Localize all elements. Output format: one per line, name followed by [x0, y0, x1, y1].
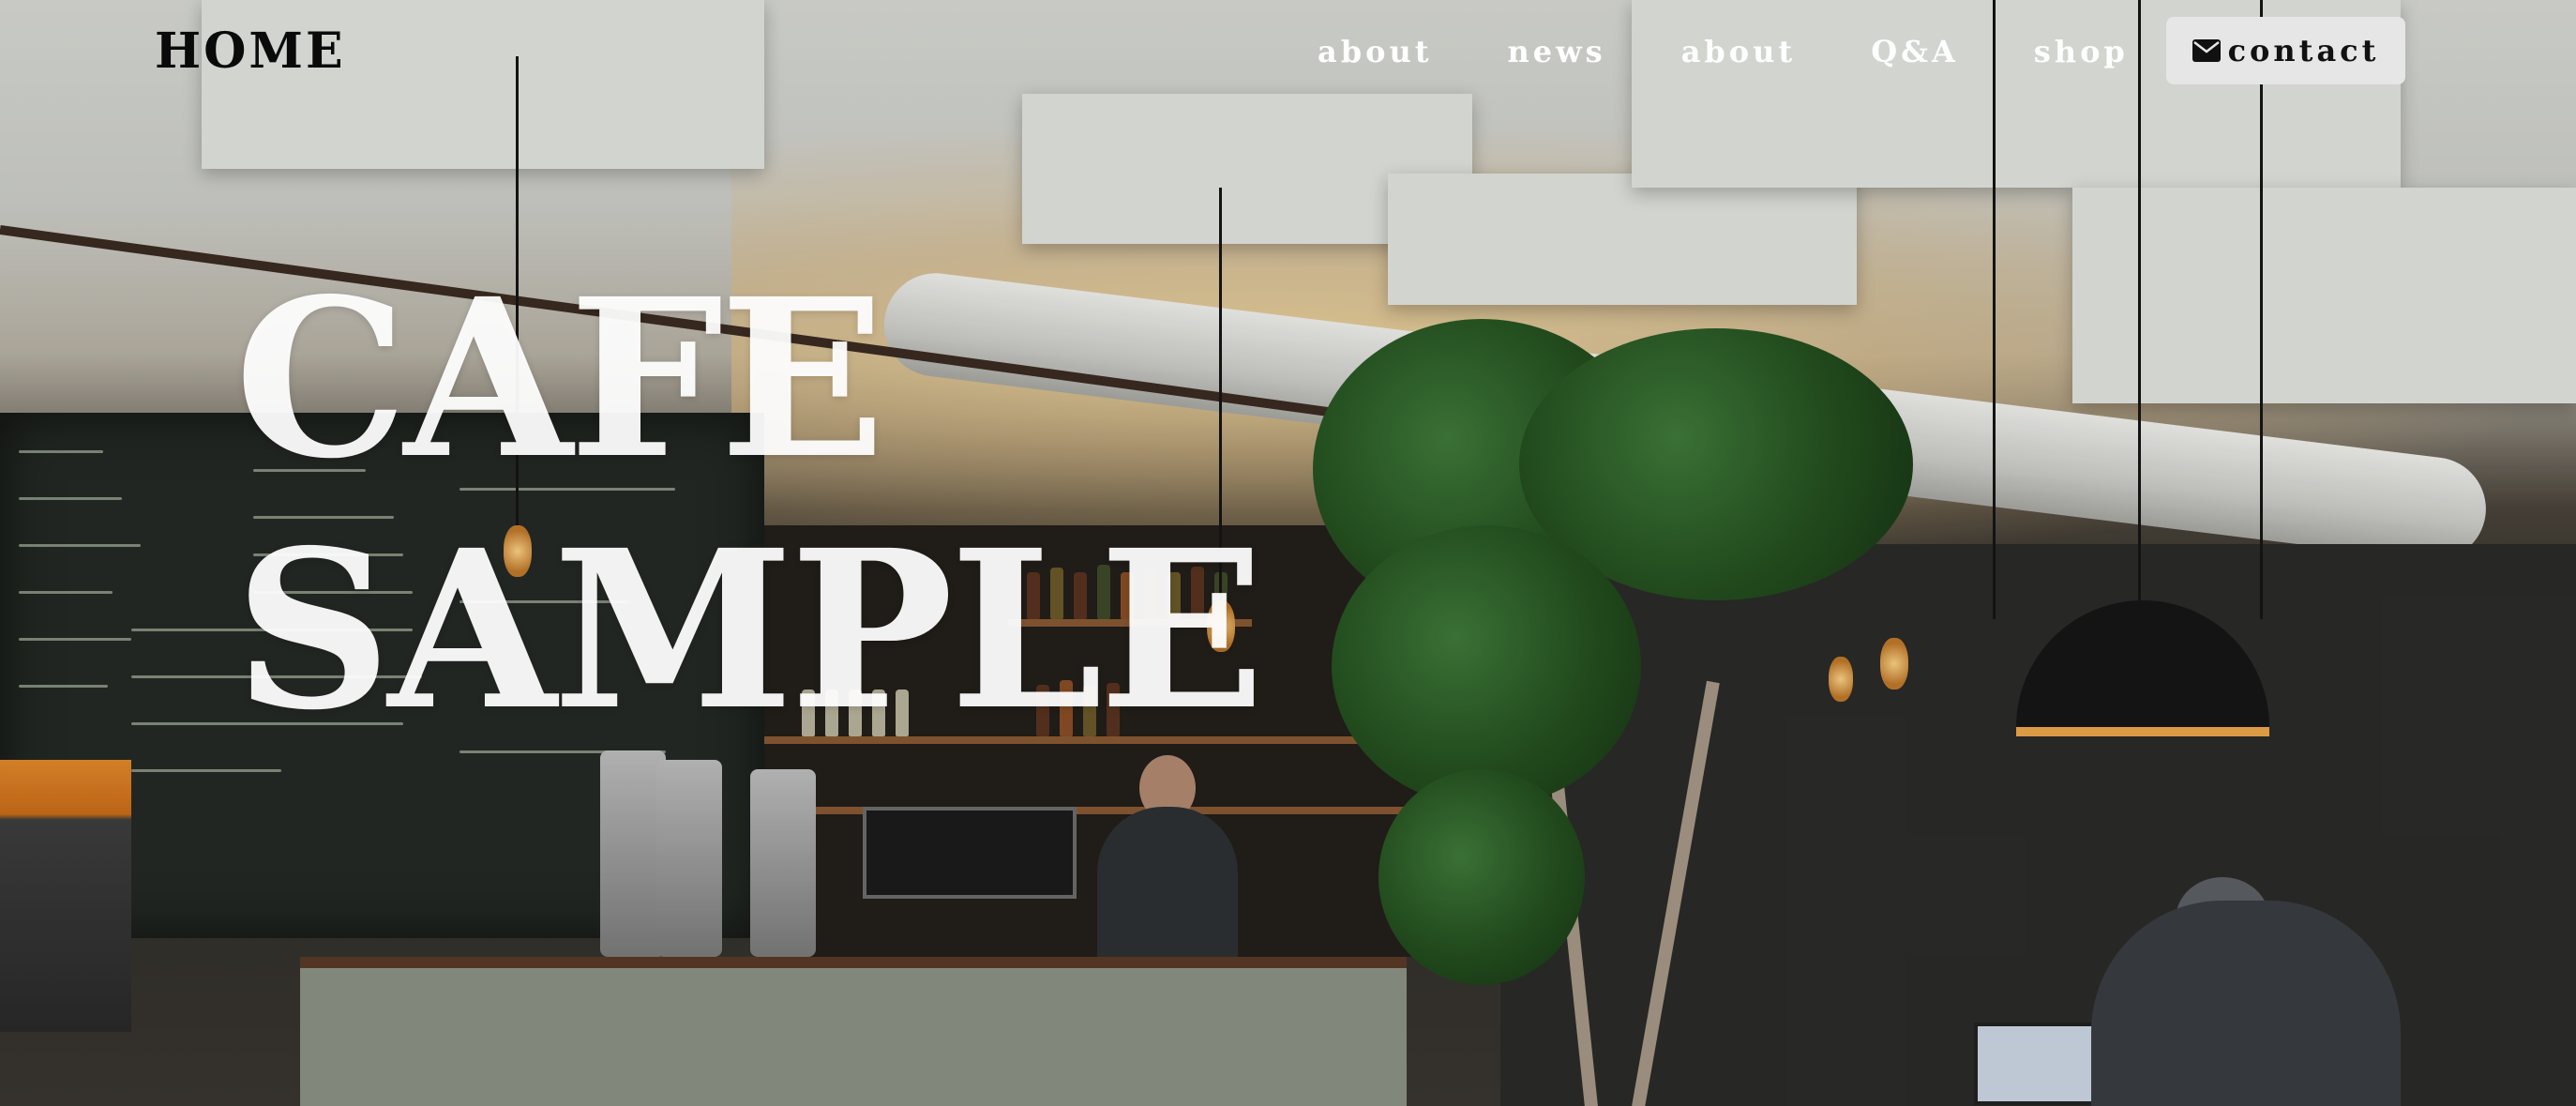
nav-item-news[interactable]: news [1508, 34, 1606, 69]
nav-item-about[interactable]: about [1318, 34, 1433, 69]
nav-item-shop[interactable]: shop [2034, 34, 2129, 69]
hero-title-line-2: SAMPLE [234, 502, 1265, 758]
main-nav: about news about Q&A shop [1318, 21, 2204, 83]
hero-title: CAFE SAMPLE [234, 250, 1265, 758]
contact-label: contact [2227, 33, 2380, 68]
nav-item-about-2[interactable]: about [1681, 34, 1797, 69]
envelope-icon [2192, 39, 2221, 62]
contact-button[interactable]: contact [2166, 17, 2405, 84]
home-logo-link[interactable]: HOME [155, 21, 346, 83]
nav-item-qa[interactable]: Q&A [1871, 34, 1959, 69]
hero-title-line-1: CAFE [234, 250, 885, 507]
